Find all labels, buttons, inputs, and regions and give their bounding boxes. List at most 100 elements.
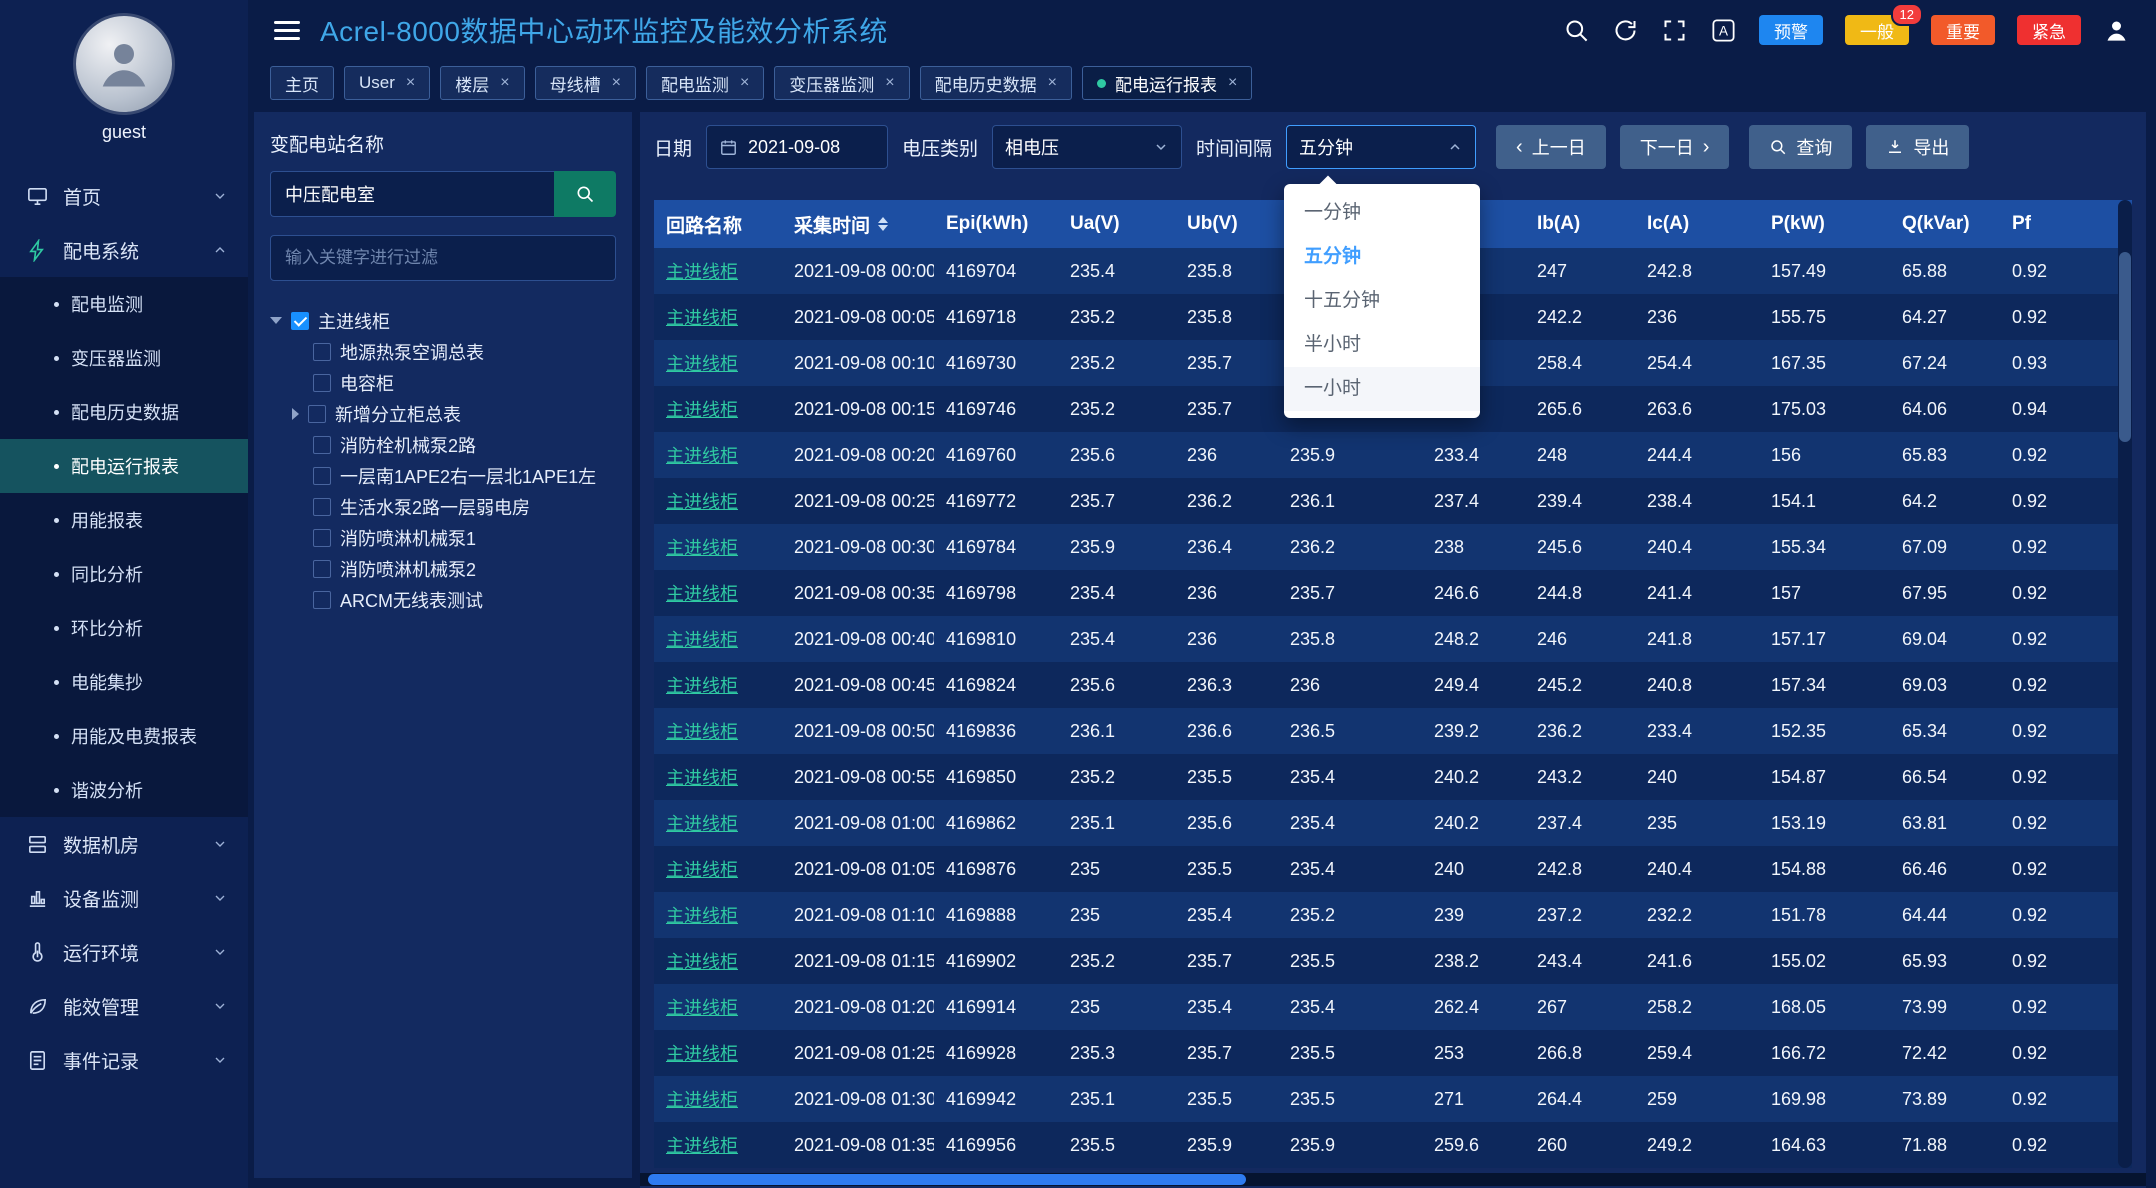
sidebar-subitem-配电监测[interactable]: 配电监测: [0, 277, 248, 331]
tree-node-消防栓机械泵2路[interactable]: 消防栓机械泵2路: [270, 429, 616, 460]
tree-node-一层南1APE2右一层北1APE1左[interactable]: 一层南1APE2右一层北1APE1左: [270, 460, 616, 491]
tab-close-icon[interactable]: ×: [1228, 74, 1237, 92]
circuit-link[interactable]: 主进线柜: [654, 1132, 782, 1158]
menu-toggle-icon[interactable]: [274, 21, 300, 40]
tab-配电监测[interactable]: 配电监测×: [646, 66, 764, 100]
tree-node-消防喷淋机械泵1[interactable]: 消防喷淋机械泵1: [270, 522, 616, 553]
tree-checkbox[interactable]: [313, 560, 331, 578]
tab-close-icon[interactable]: ×: [406, 74, 415, 92]
vertical-scrollbar-thumb[interactable]: [2119, 252, 2131, 442]
circuit-link[interactable]: 主进线柜: [654, 350, 782, 376]
tab-母线槽[interactable]: 母线槽×: [535, 66, 636, 100]
sidebar-subitem-用能及电费报表[interactable]: 用能及电费报表: [0, 709, 248, 763]
circuit-link[interactable]: 主进线柜: [654, 304, 782, 330]
circuit-link[interactable]: 主进线柜: [654, 258, 782, 284]
refresh-icon[interactable]: [1612, 17, 1639, 44]
tree-node-新增分立柜总表[interactable]: 新增分立柜总表: [270, 398, 616, 429]
circuit-link[interactable]: 主进线柜: [654, 488, 782, 514]
tree-node-地源热泵空调总表[interactable]: 地源热泵空调总表: [270, 336, 616, 367]
prev-day-button[interactable]: ‹ 上一日: [1496, 125, 1606, 169]
date-input[interactable]: 2021-09-08: [706, 125, 888, 169]
vertical-scrollbar[interactable]: [2118, 200, 2132, 1168]
circuit-link[interactable]: 主进线柜: [654, 672, 782, 698]
sidebar-item-事件记录[interactable]: 事件记录: [0, 1033, 248, 1087]
station-name-input[interactable]: [270, 171, 554, 217]
tab-配电运行报表[interactable]: 配电运行报表×: [1082, 66, 1252, 100]
tab-close-icon[interactable]: ×: [612, 74, 621, 92]
sidebar-subitem-电能集抄[interactable]: 电能集抄: [0, 655, 248, 709]
tree-checkbox[interactable]: [313, 467, 331, 485]
avatar[interactable]: [76, 16, 172, 112]
sidebar-subitem-同比分析[interactable]: 同比分析: [0, 547, 248, 601]
search-icon[interactable]: [1563, 17, 1590, 44]
circuit-link[interactable]: 主进线柜: [654, 580, 782, 606]
tree-checkbox[interactable]: [313, 498, 331, 516]
tree-checkbox[interactable]: [313, 343, 331, 361]
tree-filter-input[interactable]: [270, 235, 616, 281]
font-size-icon[interactable]: A: [1710, 17, 1737, 44]
user-icon[interactable]: [2103, 17, 2130, 44]
horizontal-scrollbar[interactable]: [640, 1173, 2146, 1186]
horizontal-scrollbar-thumb[interactable]: [648, 1174, 1246, 1185]
circuit-link[interactable]: 主进线柜: [654, 396, 782, 422]
tree-expand-icon[interactable]: [292, 408, 299, 420]
tab-变压器监测[interactable]: 变压器监测×: [774, 66, 909, 100]
tree-node-消防喷淋机械泵2[interactable]: 消防喷淋机械泵2: [270, 553, 616, 584]
tree-node-生活水泵2路一层弱电房[interactable]: 生活水泵2路一层弱电房: [270, 491, 616, 522]
tree-checkbox[interactable]: [308, 405, 326, 423]
circuit-link[interactable]: 主进线柜: [654, 994, 782, 1020]
sidebar-item-运行环境[interactable]: 运行环境: [0, 925, 248, 979]
interval-select[interactable]: 五分钟: [1286, 125, 1476, 169]
tab-close-icon[interactable]: ×: [885, 74, 894, 92]
tree-checkbox[interactable]: [291, 312, 309, 330]
sidebar-subitem-配电历史数据[interactable]: 配电历史数据: [0, 385, 248, 439]
interval-option-一小时[interactable]: 一小时: [1284, 367, 1480, 411]
alarm-badge-jinji[interactable]: 紧急: [2017, 15, 2081, 45]
interval-option-十五分钟[interactable]: 十五分钟: [1284, 279, 1480, 323]
sidebar-item-数据机房[interactable]: 数据机房: [0, 817, 248, 871]
query-button[interactable]: 查询: [1749, 125, 1852, 169]
tab-User[interactable]: User×: [344, 66, 430, 100]
tab-主页[interactable]: 主页: [270, 66, 334, 100]
tree-node-主进线柜[interactable]: 主进线柜: [270, 305, 616, 336]
alarm-badge-yujing[interactable]: 预警: [1759, 15, 1823, 45]
tab-楼层[interactable]: 楼层×: [440, 66, 524, 100]
tree-checkbox[interactable]: [313, 529, 331, 547]
tree-expand-icon[interactable]: [270, 317, 282, 324]
tree-node-ARCM无线表测试[interactable]: ARCM无线表测试: [270, 584, 616, 615]
sidebar-item-首页[interactable]: 首页: [0, 169, 248, 223]
sidebar-item-设备监测[interactable]: 设备监测: [0, 871, 248, 925]
interval-option-五分钟[interactable]: 五分钟: [1284, 235, 1480, 279]
tree-checkbox[interactable]: [313, 591, 331, 609]
tab-close-icon[interactable]: ×: [500, 74, 509, 92]
voltage-type-select[interactable]: 相电压: [992, 125, 1182, 169]
interval-option-一分钟[interactable]: 一分钟: [1284, 191, 1480, 235]
circuit-link[interactable]: 主进线柜: [654, 718, 782, 744]
circuit-link[interactable]: 主进线柜: [654, 1086, 782, 1112]
circuit-link[interactable]: 主进线柜: [654, 626, 782, 652]
sidebar-subitem-用能报表[interactable]: 用能报表: [0, 493, 248, 547]
sidebar-subitem-谐波分析[interactable]: 谐波分析: [0, 763, 248, 817]
circuit-link[interactable]: 主进线柜: [654, 948, 782, 974]
tab-close-icon[interactable]: ×: [1048, 74, 1057, 92]
station-search-button[interactable]: [554, 171, 616, 217]
sidebar-item-能效管理[interactable]: 能效管理: [0, 979, 248, 1033]
sort-icon[interactable]: [878, 217, 888, 231]
tree-checkbox[interactable]: [313, 374, 331, 392]
circuit-link[interactable]: 主进线柜: [654, 764, 782, 790]
tab-close-icon[interactable]: ×: [740, 74, 749, 92]
tree-checkbox[interactable]: [313, 436, 331, 454]
circuit-link[interactable]: 主进线柜: [654, 902, 782, 928]
sidebar-subitem-变压器监测[interactable]: 变压器监测: [0, 331, 248, 385]
circuit-link[interactable]: 主进线柜: [654, 1040, 782, 1066]
alarm-badge-yiban[interactable]: 一般12: [1845, 15, 1909, 45]
tab-配电历史数据[interactable]: 配电历史数据×: [920, 66, 1072, 100]
sidebar-subitem-环比分析[interactable]: 环比分析: [0, 601, 248, 655]
circuit-link[interactable]: 主进线柜: [654, 534, 782, 560]
interval-option-半小时[interactable]: 半小时: [1284, 323, 1480, 367]
circuit-link[interactable]: 主进线柜: [654, 810, 782, 836]
sidebar-subitem-配电运行报表[interactable]: 配电运行报表: [0, 439, 248, 493]
circuit-link[interactable]: 主进线柜: [654, 856, 782, 882]
export-button[interactable]: 导出: [1866, 125, 1969, 169]
next-day-button[interactable]: 下一日 ›: [1620, 125, 1730, 169]
